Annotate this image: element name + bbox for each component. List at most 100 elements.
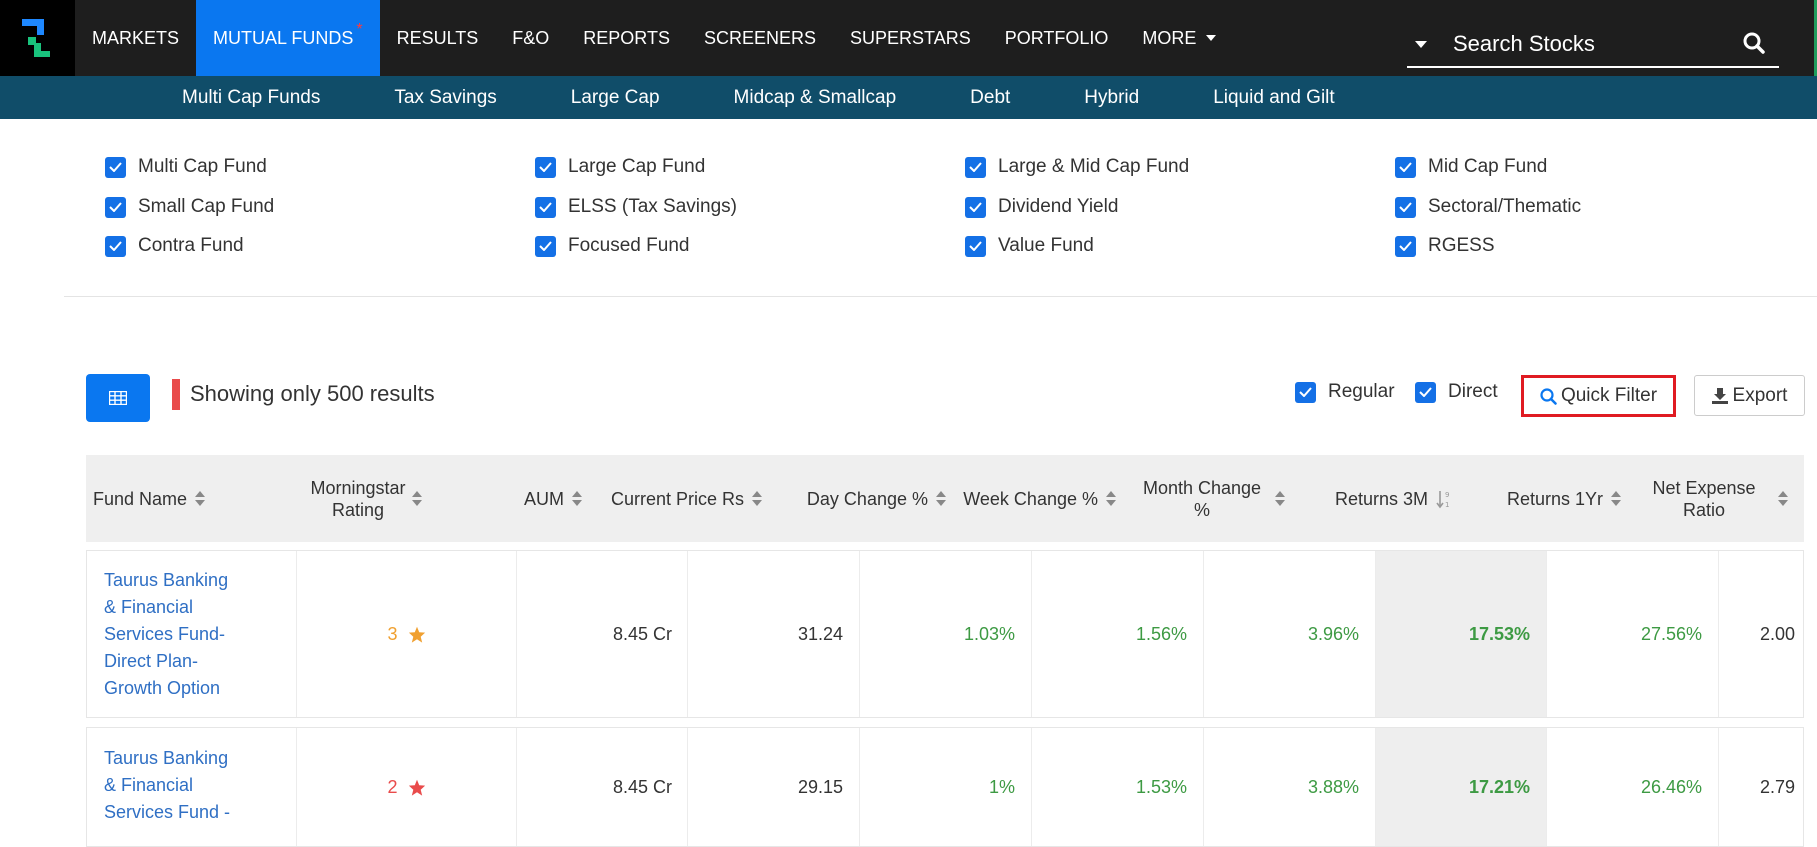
caret-down-icon: [1206, 35, 1217, 41]
subnav-debt[interactable]: Debt: [933, 76, 1047, 119]
direct-checkbox[interactable]: [1415, 381, 1436, 403]
quick-filter-button[interactable]: Quick Filter: [1521, 375, 1676, 417]
table-view-button[interactable]: [86, 374, 150, 422]
category-option[interactable]: Large Cap Fund: [535, 156, 705, 178]
col-fund-name[interactable]: Fund Name: [93, 455, 243, 542]
category-label: Large Cap Fund: [568, 156, 706, 177]
table-row[interactable]: Taurus Banking & Financial Services Fund -…: [86, 727, 1804, 847]
direct-option[interactable]: Direct: [1415, 381, 1498, 403]
month-change-value: 3.88%: [1307, 776, 1359, 797]
check-icon: [109, 241, 122, 251]
search-input[interactable]: [1453, 31, 1723, 57]
col-returns-1yr[interactable]: Returns 1Yr: [1476, 455, 1621, 542]
column-label: Current Price Rs: [611, 488, 745, 509]
category-label: Multi Cap Fund: [138, 156, 267, 177]
direct-label: Direct: [1448, 381, 1498, 402]
week-change-value: 1.56%: [1135, 623, 1187, 644]
nav-mutual-funds[interactable]: MUTUAL FUNDS *: [196, 0, 380, 76]
category-option[interactable]: Sectoral/Thematic: [1395, 196, 1581, 218]
sort-icon: [936, 491, 946, 506]
check-icon: [969, 162, 982, 172]
nav-reports[interactable]: REPORTS: [566, 0, 687, 76]
subnav-tax-savings[interactable]: Tax Savings: [357, 76, 533, 119]
category-checkbox[interactable]: [105, 235, 126, 257]
category-option[interactable]: RGESS: [1395, 235, 1495, 257]
col-net-expense[interactable]: Net Expense Ratio: [1631, 455, 1801, 542]
nav-results[interactable]: RESULTS: [380, 0, 496, 76]
subnav-multi-cap[interactable]: Multi Cap Funds: [145, 76, 357, 119]
col-month-change[interactable]: Month Change %: [1126, 455, 1296, 542]
sort-icon: [1106, 491, 1116, 506]
sort-icon: [1611, 491, 1621, 506]
category-label: Contra Fund: [138, 235, 244, 256]
table-row[interactable]: Taurus Banking & Financial Services Fund- D…: [86, 550, 1804, 718]
category-option[interactable]: Focused Fund: [535, 235, 689, 257]
category-checkbox[interactable]: [1395, 196, 1416, 218]
column-label: Month Change %: [1142, 477, 1262, 520]
subnav-liquid-gilt[interactable]: Liquid and Gilt: [1176, 76, 1371, 119]
category-label: Mid Cap Fund: [1428, 156, 1548, 177]
category-checkbox[interactable]: [1395, 235, 1416, 257]
category-label: Sectoral/Thematic: [1428, 196, 1582, 217]
category-checkbox[interactable]: [105, 196, 126, 218]
category-option[interactable]: Dividend Yield: [965, 196, 1118, 218]
table-header: Fund Name Morningstar Rating AUM Current…: [86, 455, 1804, 542]
col-current-price[interactable]: Current Price Rs: [611, 455, 771, 542]
category-label: Large & Mid Cap Fund: [998, 156, 1190, 177]
col-aum[interactable]: AUM: [432, 455, 582, 542]
check-icon: [1399, 241, 1412, 251]
site-logo[interactable]: [0, 0, 75, 76]
search-dropdown-icon[interactable]: [1415, 40, 1427, 48]
category-checkbox[interactable]: [535, 196, 556, 218]
returns-1yr-cell: 27.56%: [1547, 551, 1719, 717]
subnav-large-cap[interactable]: Large Cap: [534, 76, 697, 119]
category-checkbox[interactable]: [965, 196, 986, 218]
nav-more[interactable]: MORE: [1125, 0, 1233, 76]
category-label: ELSS (Tax Savings): [568, 196, 737, 217]
regular-checkbox[interactable]: [1295, 381, 1316, 403]
week-change-value: 1.53%: [1135, 776, 1187, 797]
nav-superstars[interactable]: SUPERSTARS: [833, 0, 988, 76]
category-checkbox[interactable]: [535, 235, 556, 257]
check-icon: [539, 241, 552, 251]
category-checkbox[interactable]: [1395, 156, 1416, 178]
fund-name-link[interactable]: Taurus Banking & Financial Services Fund- D…: [104, 567, 228, 702]
col-rating-sort[interactable]: [404, 455, 424, 542]
rating-cell: 2: [297, 728, 517, 846]
check-icon: [539, 202, 552, 212]
nav-label: RESULTS: [396, 27, 479, 48]
category-option[interactable]: Contra Fund: [105, 235, 244, 257]
regular-label: Regular: [1328, 381, 1395, 402]
category-option[interactable]: Value Fund: [965, 235, 1094, 257]
category-option[interactable]: Multi Cap Fund: [105, 156, 267, 178]
nav-fno[interactable]: F&O: [495, 0, 566, 76]
returns-3m-cell: 17.21%: [1376, 728, 1547, 846]
category-option[interactable]: Mid Cap Fund: [1395, 156, 1547, 178]
category-checkbox[interactable]: [535, 156, 556, 178]
fund-name-link[interactable]: Taurus Banking & Financial Services Fund -: [104, 745, 230, 826]
col-week-change[interactable]: Week Change %: [956, 455, 1116, 542]
category-option[interactable]: ELSS (Tax Savings): [535, 196, 737, 218]
fund-name-cell: Taurus Banking & Financial Services Fund -: [87, 728, 297, 846]
nav-markets[interactable]: MARKETS: [75, 0, 196, 76]
month-change-value: 3.96%: [1307, 623, 1359, 644]
search-icon[interactable]: [1743, 32, 1765, 54]
export-button[interactable]: Export: [1694, 375, 1805, 416]
subnav-midcap-smallcap[interactable]: Midcap & Smallcap: [697, 76, 934, 119]
col-returns-3m[interactable]: Returns 3M 9 1: [1312, 455, 1452, 542]
price-value: 31.24: [797, 623, 843, 644]
category-checkbox[interactable]: [105, 156, 126, 178]
category-checkbox[interactable]: [965, 235, 986, 257]
returns-1yr-value: 27.56%: [1640, 623, 1702, 644]
category-option[interactable]: Large & Mid Cap Fund: [965, 156, 1189, 178]
category-option[interactable]: Small Cap Fund: [105, 196, 274, 218]
subnav-hybrid[interactable]: Hybrid: [1047, 76, 1176, 119]
col-day-change[interactable]: Day Change %: [781, 455, 946, 542]
svg-text:1: 1: [1445, 501, 1449, 509]
category-checkbox[interactable]: [965, 156, 986, 178]
nav-screeners[interactable]: SCREENERS: [687, 0, 833, 76]
regular-option[interactable]: Regular: [1295, 381, 1395, 403]
check-icon: [1399, 162, 1412, 172]
day-change-cell: 1.03%: [860, 551, 1032, 717]
nav-portfolio[interactable]: PORTFOLIO: [988, 0, 1126, 76]
